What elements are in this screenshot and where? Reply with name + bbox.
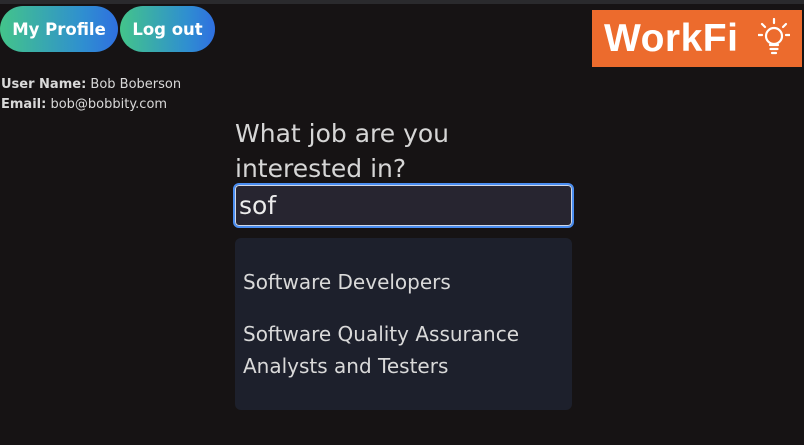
logo-text: WorkFi (604, 16, 739, 60)
search-results-dropdown: Software Developers Software Quality Ass… (235, 238, 572, 410)
email-value: bob@bobbity.com (50, 97, 168, 112)
email-label: Email: (1, 97, 47, 112)
lightbulb-icon (758, 18, 790, 55)
result-item-software-developers[interactable]: Software Developers (243, 266, 564, 298)
job-search-input[interactable] (233, 183, 574, 228)
user-name-label: User Name: (1, 77, 87, 92)
page: My Profile Log out WorkFi User Name: Bob… (0, 0, 804, 445)
user-name-row: User Name: Bob Boberson (1, 75, 181, 95)
user-info: User Name: Bob Boberson Email: bob@bobbi… (1, 75, 181, 115)
job-question-heading: What job are you interested in? (235, 119, 450, 183)
result-item-software-qa-analysts[interactable]: Software Quality Assurance Analysts and … (243, 318, 564, 382)
workfi-logo: WorkFi (592, 10, 802, 67)
log-out-button[interactable]: Log out (120, 6, 215, 52)
my-profile-button[interactable]: My Profile (0, 6, 118, 52)
user-name-value: Bob Boberson (90, 77, 182, 92)
top-border (0, 0, 804, 4)
email-row: Email: bob@bobbity.com (1, 95, 181, 115)
